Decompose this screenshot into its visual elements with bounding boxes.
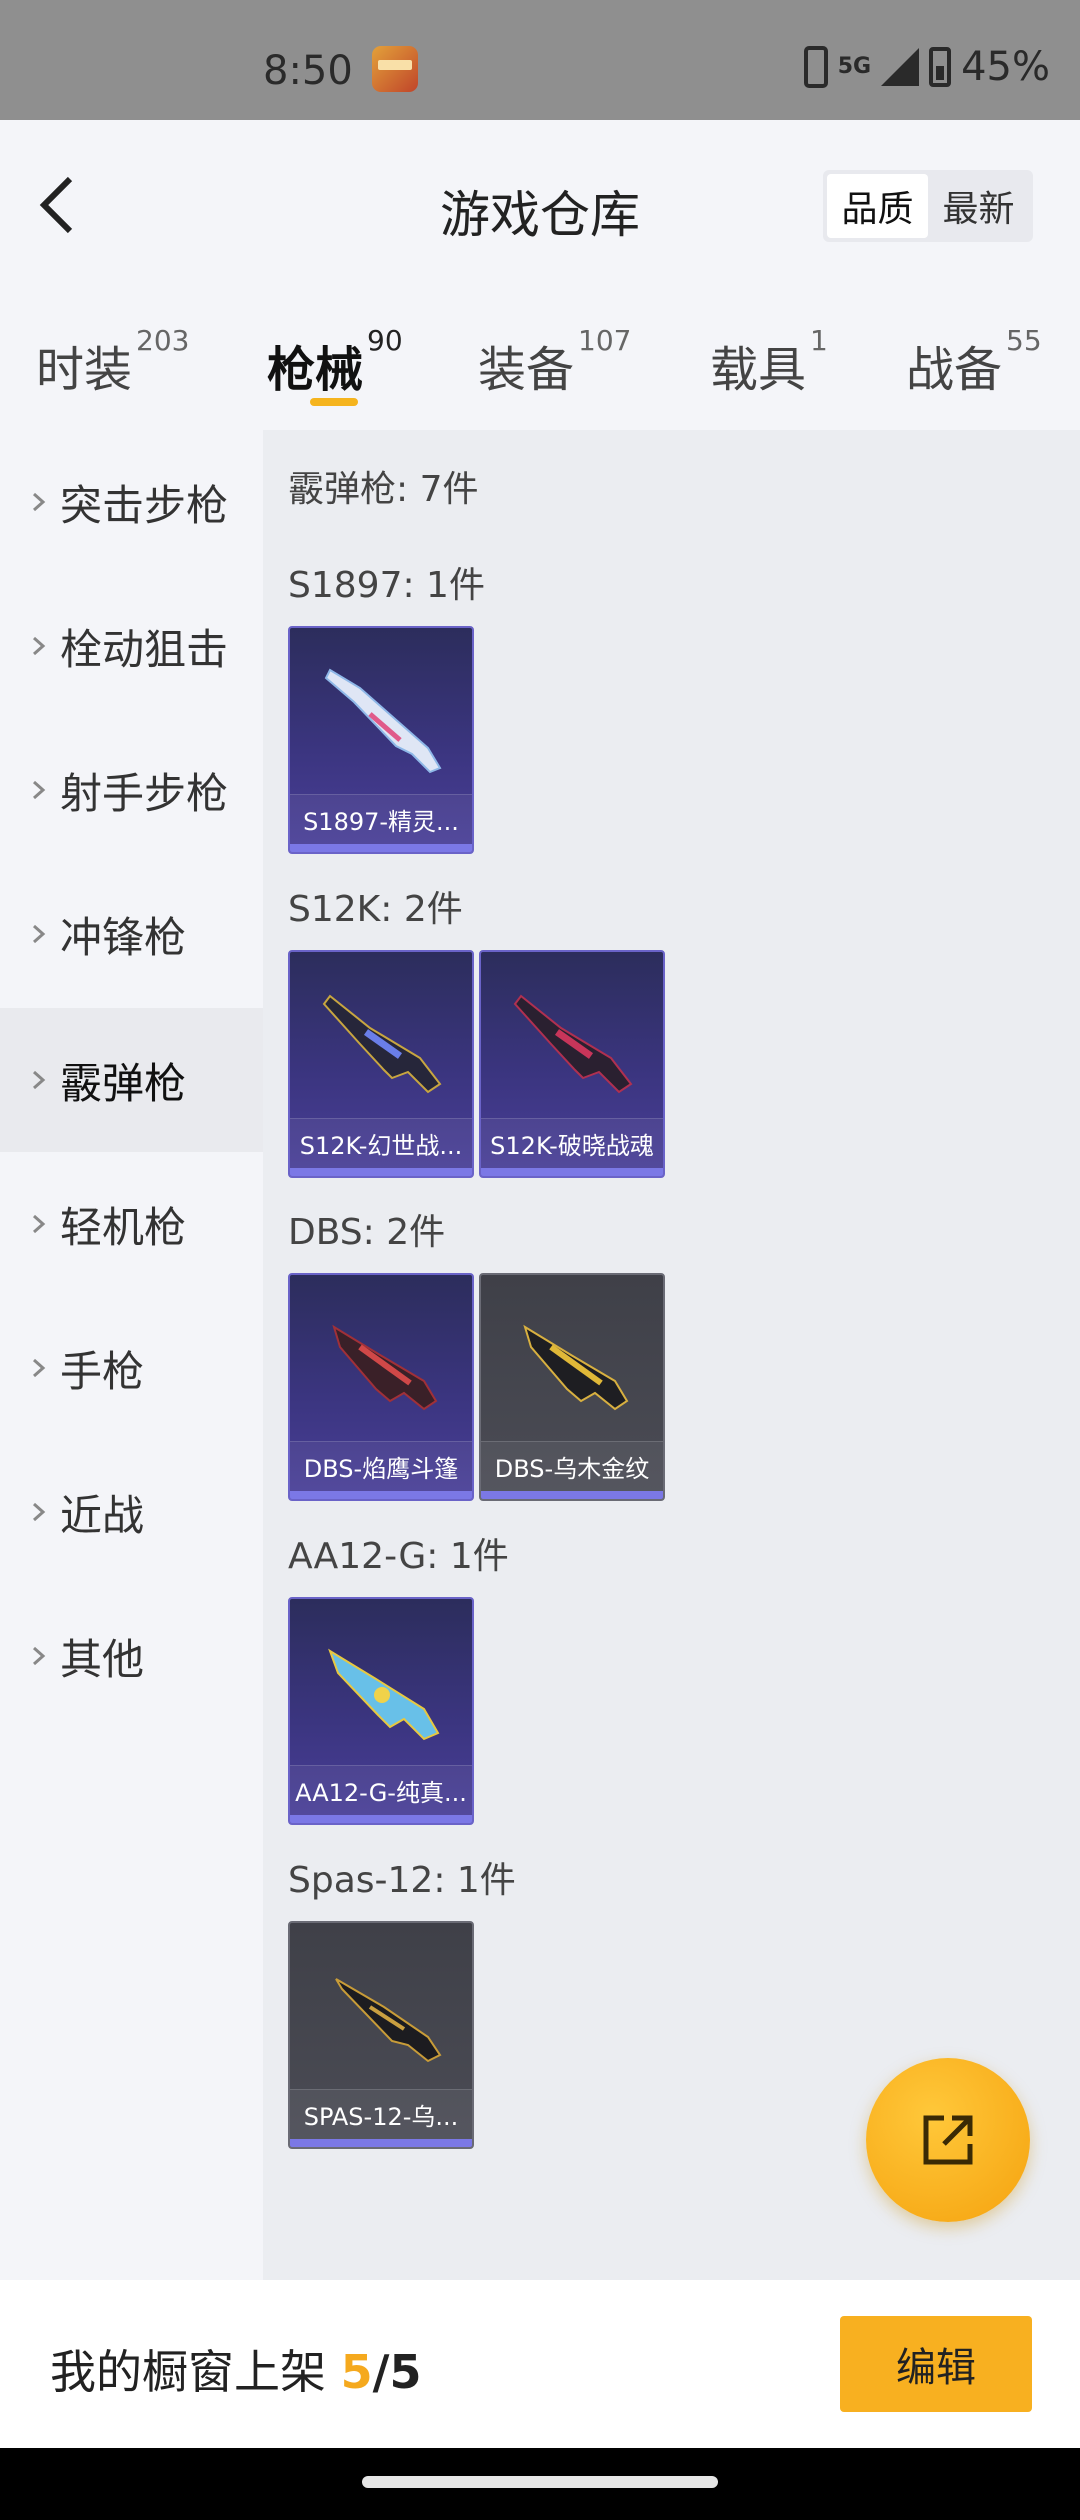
showcase-bar: 我的橱窗上架 5/5 编辑 [0,2280,1080,2448]
showcase-count: 5/5 [340,2345,422,2399]
vibrate-icon [803,46,828,88]
rarity-bar [290,1168,472,1176]
edit-button[interactable]: 编辑 [840,2316,1032,2412]
weapon-card[interactable]: DBS-焰鹰斗篷 [288,1273,474,1501]
header: 游戏仓库 品质 最新 [0,120,1080,290]
tab-supplies[interactable]: 战备55 [906,324,1042,400]
home-indicator[interactable] [362,2476,718,2488]
weapon-card-name: SPAS-12-乌... [290,2089,472,2139]
weapon-grid: 霰弹枪: 7件 S1897: 1件 S1897-精灵... S12K: 2件 S… [263,430,1080,2280]
weapon-card-name: S12K-幻世战... [290,1118,472,1168]
weapon-card-name: S12K-破晓战魂 [481,1118,663,1168]
group-label: S1897: 1件 [288,565,485,606]
battery-percent: 45% [961,44,1050,90]
battery-icon [929,47,952,87]
sidebar-item-other[interactable]: 其他 [0,1584,263,1728]
share-button[interactable] [866,2058,1030,2222]
weapon-card[interactable]: S1897-精灵... [288,626,474,854]
sidebar-item-bolt-sniper[interactable]: 栓动狙击 [0,574,263,718]
group-label: S12K: 2件 [288,889,463,930]
sidebar-item-shotgun[interactable]: 霰弹枪 [0,1008,263,1152]
status-bar: 8:50 5G 45% [0,0,1080,120]
tab-equipment[interactable]: 装备107 [478,324,631,400]
status-icons: 5G 45% [803,44,1050,90]
rarity-bar [290,1815,472,1823]
rarity-bar [290,844,472,852]
sort-toggle: 品质 最新 [823,170,1033,242]
shotgun-skin-icon [328,1648,440,1741]
chevron-right-icon [33,492,46,512]
category-summary: 霰弹枪: 7件 [288,469,479,510]
shotgun-skin-icon [513,994,633,1094]
sidebar-item-pistol[interactable]: 手枪 [0,1296,263,1440]
rarity-bar [481,1168,663,1176]
shotgun-skin-icon [324,668,442,774]
sidebar-item-marksman-rifle[interactable]: 射手步枪 [0,718,263,862]
tab-fashion[interactable]: 时装203 [36,324,189,400]
weapon-card-name: AA12-G-纯真... [290,1765,472,1815]
game-app-icon [372,46,418,92]
rarity-bar [290,1491,472,1499]
tab-vehicles[interactable]: 载具1 [710,324,828,400]
chevron-right-icon [33,1358,46,1378]
weapon-card[interactable]: AA12-G-纯真... [288,1597,474,1825]
active-tab-indicator [310,398,358,406]
group-label: DBS: 2件 [288,1212,446,1253]
shotgun-skin-icon [332,1324,438,1411]
share-external-icon [923,2115,973,2165]
chevron-right-icon [33,924,46,944]
tab-firearms[interactable]: 枪械90 [267,324,403,400]
sort-newest-option[interactable]: 最新 [928,174,1029,238]
sidebar-item-melee[interactable]: 近战 [0,1440,263,1584]
weapon-card[interactable]: DBS-乌木金纹 [479,1273,665,1501]
weapon-card[interactable]: S12K-破晓战魂 [479,950,665,1178]
weapon-card-name: DBS-乌木金纹 [481,1441,663,1491]
signal-icon [881,48,920,86]
shotgun-skin-icon [322,994,442,1094]
system-nav-bar [0,2448,1080,2520]
weapon-card-name: DBS-焰鹰斗篷 [290,1441,472,1491]
category-tabs: 时装203 枪械90 装备107 载具1 战备55 [0,290,1080,430]
chevron-right-icon [33,780,46,800]
sidebar-item-assault-rifle[interactable]: 突击步枪 [0,430,263,574]
rarity-bar [481,1491,663,1499]
shotgun-skin-icon [335,1978,442,2063]
weapon-card[interactable]: SPAS-12-乌... [288,1921,474,2149]
chevron-right-icon [33,636,46,656]
group-label: Spas-12: 1件 [288,1860,516,1901]
network-type: 5G [837,54,872,79]
weapon-card[interactable]: S12K-幻世战... [288,950,474,1178]
chevron-right-icon [33,1070,46,1090]
chevron-right-icon [33,1214,46,1234]
showcase-label: 我的橱窗上架 5/5 [50,2345,422,2399]
sort-quality-option[interactable]: 品质 [827,174,928,238]
shotgun-skin-icon [523,1324,629,1411]
chevron-right-icon [33,1646,46,1666]
status-time: 8:50 [263,48,353,94]
weapon-type-sidebar: 突击步枪 栓动狙击 射手步枪 冲锋枪 霰弹枪 轻机枪 手枪 近战 其他 [0,430,263,2280]
sidebar-item-lmg[interactable]: 轻机枪 [0,1152,263,1296]
group-label: AA12-G: 1件 [288,1536,509,1577]
sidebar-item-smg[interactable]: 冲锋枪 [0,862,263,1006]
chevron-right-icon [33,1502,46,1522]
rarity-bar [290,2139,472,2147]
weapon-card-name: S1897-精灵... [290,794,472,844]
